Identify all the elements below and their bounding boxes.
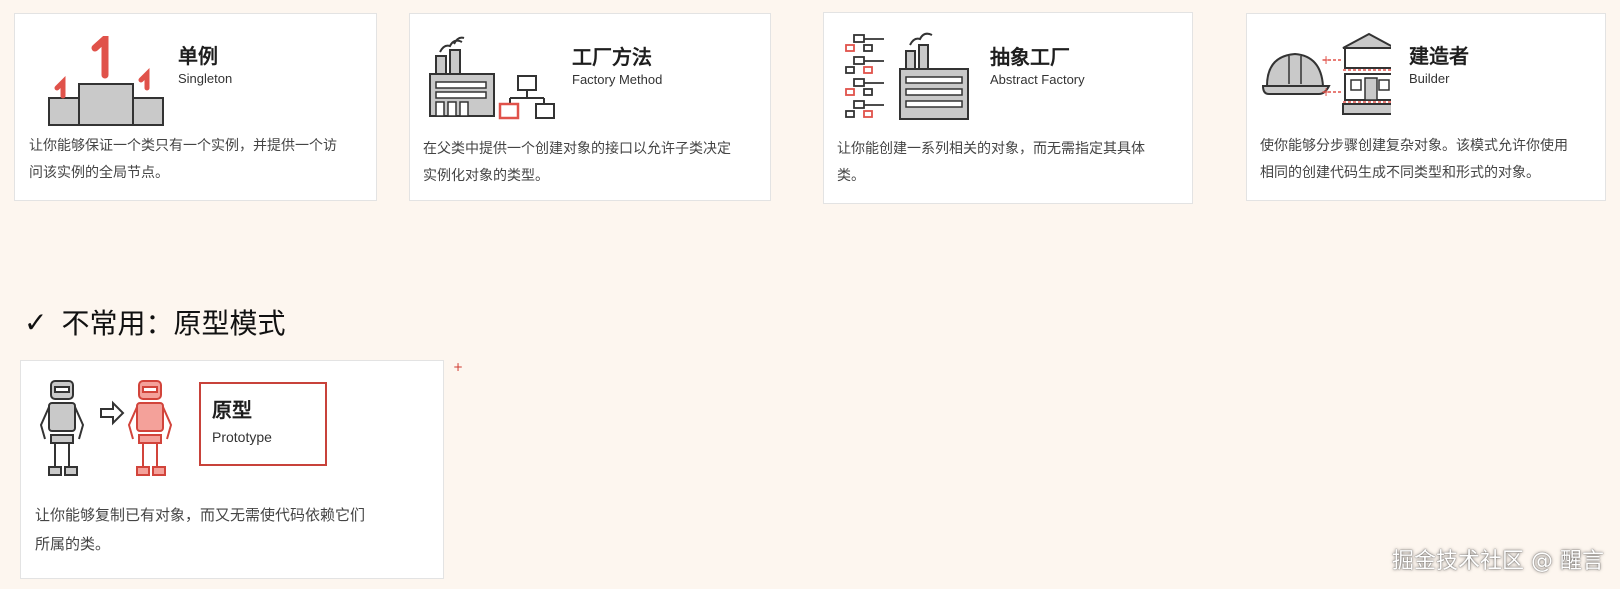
robot-clone-icon — [39, 380, 173, 476]
pattern-description: 让你能够保证一个类只有一个实例，并提供一个访 问该实例的全局节点。 — [29, 138, 337, 181]
podium-icon — [48, 36, 164, 126]
section-heading: ✓ 不常用：原型模式 — [24, 302, 285, 342]
plus-mark: + — [453, 360, 464, 374]
pattern-card-abstract-factory[interactable]: 抽象工厂 Abstract Factory 让你能创建一系列相关的对象，而无需指… — [823, 12, 1193, 204]
factory-icon — [429, 36, 555, 120]
pattern-title: 工厂方法 — [572, 45, 652, 69]
pattern-subtitle: Factory Method — [572, 72, 663, 87]
pattern-subtitle: Prototype — [212, 429, 272, 445]
pattern-subtitle: Singleton — [178, 71, 233, 86]
builder-helmet-house-icon: + + — [1261, 32, 1391, 115]
section-heading-text: 不常用：原型模式 — [61, 307, 286, 340]
pattern-card-prototype[interactable]: 原型 Prototype 让你能够复制已有对象，而又无需使代码依赖它们 所属的类… — [20, 360, 444, 579]
abstract-factory-icon — [845, 32, 969, 120]
watermark: 掘金技术社区 @ 醒言 — [1392, 549, 1604, 574]
pattern-card-builder[interactable]: + + 建造者 Builder 使你能够分步骤创建复杂对象。该模式允许你使用 相… — [1246, 13, 1606, 201]
pattern-title: 建造者 — [1409, 44, 1469, 68]
pattern-title: 原型 — [212, 398, 252, 422]
pattern-subtitle: Abstract Factory — [990, 72, 1085, 87]
prototype-title-frame: 原型 Prototype — [199, 382, 327, 466]
pattern-description: 使你能够分步骤创建复杂对象。该模式允许你使用 相同的创建代码生成不同类型和形式的… — [1260, 138, 1568, 181]
pattern-subtitle: Builder — [1409, 71, 1450, 86]
pattern-title: 抽象工厂 — [990, 45, 1070, 69]
svg-text:+: + — [1321, 53, 1331, 67]
pattern-description: 在父类中提供一个创建对象的接口以允许子类决定 实例化对象的类型。 — [423, 141, 731, 184]
pattern-description: 让你能够复制已有对象，而又无需使代码依赖它们 所属的类。 — [35, 506, 366, 553]
pattern-card-factory-method[interactable]: 工厂方法 Factory Method 在父类中提供一个创建对象的接口以允许子类… — [409, 13, 771, 201]
svg-text:+: + — [1321, 85, 1331, 99]
pattern-card-singleton[interactable]: 单例 Singleton 让你能够保证一个类只有一个实例，并提供一个访 问该实例… — [14, 13, 377, 201]
pattern-description: 让你能创建一系列相关的对象，而无需指定其具体 类。 — [837, 141, 1145, 184]
pattern-title: 单例 — [178, 44, 218, 68]
checkmark-icon: ✓ — [24, 305, 48, 339]
